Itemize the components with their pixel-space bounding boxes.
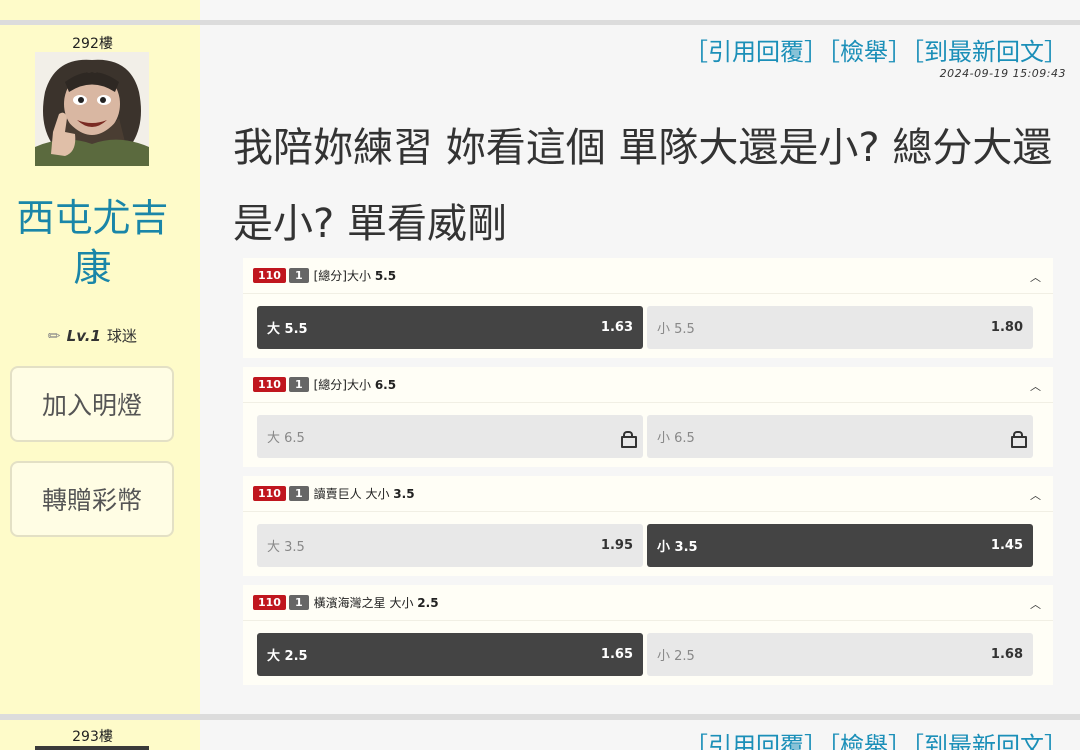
lock-icon (1011, 430, 1027, 448)
period-badge: 1 (288, 377, 309, 392)
level-number: Lv.1 (66, 327, 101, 345)
quote-reply-link[interactable]: ［引用回覆］ (684, 38, 828, 66)
top-separator (0, 0, 1080, 26)
floor-number: 292樓 (72, 36, 113, 52)
option-odds: 1.45 (990, 538, 1023, 553)
post-actions: ［引用回覆］［檢舉］［到最新回文］ (684, 32, 1068, 67)
option-label: 小 6.5 (657, 431, 695, 446)
period-badge: 1 (288, 268, 309, 283)
option-label: 大 6.5 (267, 431, 305, 446)
post-292: 292樓 西屯尤吉康 ✎Lv.1 球迷 加入明燈 轉贈彩幣 ［引用回覆］［檢舉］… (0, 25, 1080, 715)
author-sidebar: 293樓 (0, 720, 200, 750)
market-card: 110 1 橫濱海灣之星 大小 2.5 ︿ 大 2.5 1.65 小 2.5 1… (243, 585, 1053, 685)
pencil-icon: ✎ (43, 325, 66, 347)
market-card: 110 1 [總分]大小 5.5 ︿ 大 5.5 1.63 小 5.5 1.80 (243, 258, 1053, 358)
option-odds: 1.63 (600, 320, 633, 335)
post-text: 我陪妳練習 妳看這個 單隊大還是小? 總分大還是小? 單看威剛 (233, 125, 1053, 247)
avatar[interactable] (35, 52, 149, 166)
option-odds: 1.80 (990, 320, 1023, 335)
chevron-up-icon[interactable]: ︿ (1030, 487, 1041, 503)
add-favorite-button[interactable]: 加入明燈 (10, 366, 174, 442)
bet-option-under[interactable]: 小 3.5 1.45 (647, 524, 1033, 567)
bet-option-over[interactable]: 大 5.5 1.63 (257, 306, 643, 349)
user-level: ✎Lv.1 球迷 (0, 325, 185, 347)
bet-option-over[interactable]: 大 3.5 1.95 (257, 524, 643, 567)
latest-reply-link[interactable]: ［到最新回文］ (912, 732, 1068, 750)
bet-option-over[interactable]: 大 6.5 (257, 415, 643, 458)
market-title: 橫濱海灣之星 大小 2.5 (313, 596, 439, 610)
username[interactable]: 西屯尤吉康 (0, 193, 185, 293)
option-label: 大 3.5 (267, 540, 305, 555)
author-sidebar: 292樓 西屯尤吉康 ✎Lv.1 球迷 加入明燈 轉贈彩幣 (0, 25, 200, 715)
league-badge: 110 (253, 377, 286, 392)
chevron-up-icon[interactable]: ︿ (1030, 378, 1041, 394)
post-timestamp: 2024-09-19 15:09:43 (939, 67, 1066, 80)
top-sidebar-strip (0, 0, 200, 20)
bet-option-under[interactable]: 小 5.5 1.80 (647, 306, 1033, 349)
market-title: [總分]大小 6.5 (313, 378, 397, 392)
option-odds: 1.68 (990, 647, 1023, 662)
market-card: 110 1 [總分]大小 6.5 ︿ 大 6.5 小 6.5 (243, 367, 1053, 467)
latest-reply-link[interactable]: ［到最新回文］ (912, 38, 1068, 66)
post-content: ［引用回覆］［檢舉］［到最新回文］ 2024-09-19 15:09:43 我陪… (200, 25, 1080, 715)
gift-coins-button[interactable]: 轉贈彩幣 (10, 461, 174, 537)
option-label: 小 3.5 (657, 540, 698, 555)
market-header[interactable]: 110 1 橫濱海灣之星 大小 2.5 ︿ (243, 585, 1053, 621)
market-title: [總分]大小 5.5 (313, 269, 397, 283)
option-label: 小 5.5 (657, 322, 695, 337)
floor-number: 293樓 (72, 729, 113, 745)
post-actions: ［引用回覆］［檢舉］［到最新回文］ (684, 726, 1068, 750)
league-badge: 110 (253, 595, 286, 610)
league-badge: 110 (253, 486, 286, 501)
level-title: 球迷 (106, 327, 137, 345)
option-label: 小 2.5 (657, 649, 695, 664)
post-content: ［引用回覆］［檢舉］［到最新回文］ (200, 720, 1080, 750)
option-label: 大 2.5 (267, 649, 308, 664)
report-link[interactable]: ［檢舉］ (828, 732, 912, 750)
option-odds: 1.95 (600, 538, 633, 553)
report-link[interactable]: ［檢舉］ (828, 38, 912, 66)
quote-reply-link[interactable]: ［引用回覆］ (684, 732, 828, 750)
market-header[interactable]: 110 1 讀賣巨人 大小 3.5 ︿ (243, 476, 1053, 512)
market-header[interactable]: 110 1 [總分]大小 5.5 ︿ (243, 258, 1053, 294)
option-label: 大 5.5 (267, 322, 308, 337)
avatar[interactable] (35, 746, 149, 750)
market-title: 讀賣巨人 大小 3.5 (313, 487, 415, 501)
lock-icon (621, 430, 637, 448)
period-badge: 1 (288, 595, 309, 610)
bet-option-under[interactable]: 小 6.5 (647, 415, 1033, 458)
league-badge: 110 (253, 268, 286, 283)
chevron-up-icon[interactable]: ︿ (1030, 596, 1041, 612)
market-header[interactable]: 110 1 [總分]大小 6.5 ︿ (243, 367, 1053, 403)
market-card: 110 1 讀賣巨人 大小 3.5 ︿ 大 3.5 1.95 小 3.5 1.4… (243, 476, 1053, 576)
post-293: 293樓 ［引用回覆］［檢舉］［到最新回文］ (0, 720, 1080, 750)
bet-option-over[interactable]: 大 2.5 1.65 (257, 633, 643, 676)
chevron-up-icon[interactable]: ︿ (1030, 269, 1041, 285)
period-badge: 1 (288, 486, 309, 501)
option-odds: 1.65 (600, 647, 633, 662)
bet-option-under[interactable]: 小 2.5 1.68 (647, 633, 1033, 676)
avatar-image (35, 52, 149, 166)
